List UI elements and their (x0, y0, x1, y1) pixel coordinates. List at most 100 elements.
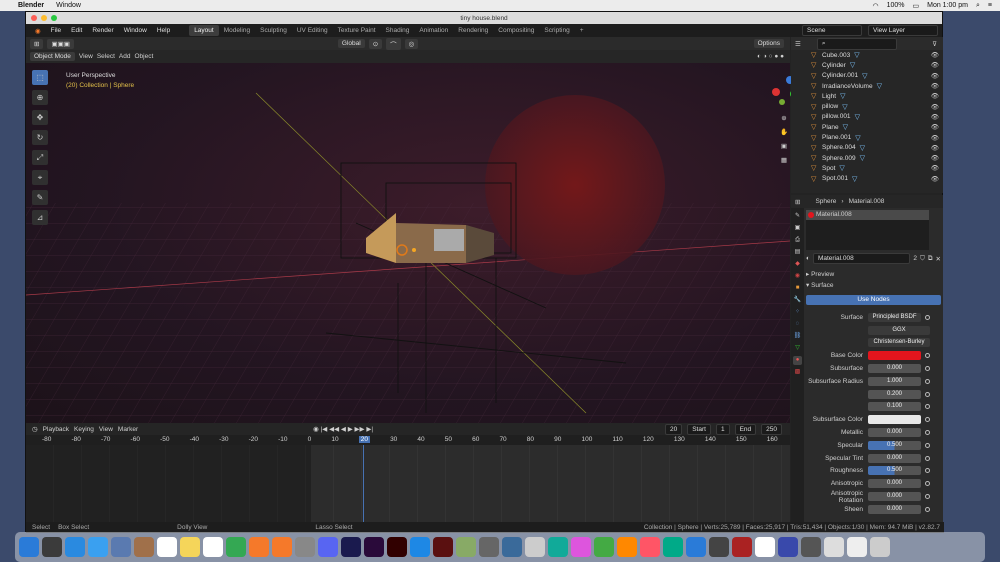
visibility-eye-icon[interactable]: 👁 (931, 154, 939, 162)
material-tab-icon[interactable]: ● (793, 356, 802, 365)
view-layer-tab-icon[interactable]: ▤ (793, 248, 802, 257)
input-value-field[interactable]: 1.000 (868, 376, 921, 386)
dock-app-icon[interactable] (295, 537, 315, 557)
blender-logo-icon[interactable]: ◉ (30, 27, 46, 35)
view-menu[interactable]: View (79, 53, 93, 60)
socket-icon[interactable] (925, 442, 930, 448)
outliner-item[interactable]: ▽ Spot ▽ 👁 (791, 163, 943, 173)
input-value-field[interactable] (868, 351, 921, 361)
grid-view-icon[interactable]: ▦ (781, 156, 787, 164)
render-tab-icon[interactable]: ▣ (793, 224, 802, 233)
outliner-item[interactable]: ▽ Plane ▽ 👁 (791, 122, 943, 132)
outliner-item[interactable]: ▽ Sphere.009 ▽ 👁 (791, 153, 943, 163)
scene-tab-icon[interactable]: ◆ (793, 260, 802, 269)
tab-sculpting[interactable]: Sculpting (255, 25, 292, 36)
dock-app-icon[interactable] (272, 537, 292, 557)
add-workspace-icon[interactable]: + (575, 25, 589, 36)
tab-compositing[interactable]: Compositing (493, 25, 539, 36)
tab-shading[interactable]: Shading (381, 25, 415, 36)
dock-app-icon[interactable] (502, 537, 522, 557)
material-slot-item[interactable]: Material.008 (806, 210, 929, 220)
dock-app-icon[interactable] (663, 537, 683, 557)
socket-icon[interactable] (925, 417, 930, 423)
pivot-icon[interactable]: ⊙ (368, 38, 383, 49)
socket-icon[interactable] (925, 481, 930, 487)
surface-shader-dropdown[interactable]: Principled BSDF (868, 312, 921, 322)
rotate-icon[interactable]: ↻ (32, 130, 48, 145)
socket-icon[interactable] (925, 353, 930, 359)
tool-tab-icon[interactable]: ✎ (793, 212, 802, 221)
input-value-field[interactable]: 0.000 (868, 492, 921, 502)
select-box-icon[interactable]: ⬚ (32, 70, 48, 85)
app-menu[interactable]: Blender (18, 2, 44, 9)
battery-icon[interactable]: ▭ (913, 2, 920, 10)
dock-app-icon[interactable] (778, 537, 798, 557)
input-value-field[interactable]: 0.200 (868, 389, 921, 399)
search-icon[interactable]: ⌕ (976, 2, 980, 10)
dock-app-icon[interactable] (226, 537, 246, 557)
outliner-search-input[interactable]: ⌕ (816, 37, 897, 50)
dock-app-icon[interactable] (571, 537, 591, 557)
outliner-item[interactable]: ▽ Spot.001 ▽ 👁 (791, 174, 943, 184)
constraints-tab-icon[interactable]: ⛓ (793, 332, 802, 341)
dock-app-icon[interactable] (19, 537, 39, 557)
dock-app-icon[interactable] (65, 537, 85, 557)
menu-window[interactable]: Window (119, 27, 152, 34)
zoom-button[interactable] (51, 15, 57, 21)
scene-selector[interactable]: Scene (802, 25, 862, 36)
cursor-icon[interactable]: ⊕ (32, 90, 48, 105)
camera-icon[interactable]: ▣ (781, 142, 787, 150)
select-mode-icon[interactable]: ▣▣▣ (47, 38, 74, 49)
dock-app-icon[interactable] (364, 537, 384, 557)
visibility-eye-icon[interactable]: 👁 (931, 51, 939, 59)
annotate-icon[interactable]: ✎ (32, 190, 48, 205)
dock-app-icon[interactable] (341, 537, 361, 557)
socket-icon[interactable] (925, 468, 930, 474)
dock-app-icon[interactable] (111, 537, 131, 557)
duplicate-icon[interactable]: ⧉ (928, 255, 933, 263)
object-mode-dropdown[interactable]: Object Mode (30, 52, 75, 61)
outliner-item[interactable]: ▽ Cylinder ▽ 👁 (791, 60, 943, 70)
view-layer-selector[interactable]: View Layer (868, 25, 938, 36)
dock-app-icon[interactable] (134, 537, 154, 557)
dock-app-icon[interactable] (42, 537, 62, 557)
visibility-eye-icon[interactable]: 👁 (931, 175, 939, 183)
orientation-dropdown[interactable]: Global (337, 39, 365, 48)
outliner-item[interactable]: ▽ IrradianceVolume ▽ 👁 (791, 81, 943, 91)
dock-app-icon[interactable] (548, 537, 568, 557)
input-value-field[interactable]: 0.000 (868, 504, 921, 514)
outliner-item[interactable]: ▽ Plane.001 ▽ 👁 (791, 132, 943, 142)
socket-icon[interactable] (925, 378, 930, 384)
input-value-field[interactable]: 0.000 (868, 479, 921, 489)
socket-icon[interactable] (925, 506, 930, 512)
outliner-item[interactable]: ▽ pillow ▽ 👁 (791, 101, 943, 111)
dock-app-icon[interactable] (479, 537, 499, 557)
current-frame-field[interactable]: 20 (664, 423, 683, 435)
proportional-icon[interactable]: ◎ (404, 38, 419, 49)
input-value-field[interactable]: 0.000 (868, 453, 921, 463)
zoom-icon[interactable]: ⊕ (781, 114, 786, 122)
surface-panel[interactable]: ▾ Surface (806, 281, 941, 292)
dock-app-icon[interactable] (525, 537, 545, 557)
move-icon[interactable]: ✥ (32, 110, 48, 125)
playback-controls[interactable]: ◉ |◀ ◀◀ ◀ ▶ ▶▶ ▶| (313, 425, 373, 433)
visibility-eye-icon[interactable]: 👁 (931, 113, 939, 121)
select-menu[interactable]: Select (97, 53, 115, 60)
object-tab-icon[interactable]: ■ (793, 284, 802, 293)
dock-app-icon[interactable] (203, 537, 223, 557)
visibility-eye-icon[interactable]: 👁 (931, 72, 939, 80)
close-button[interactable] (31, 15, 37, 21)
playhead-line[interactable] (363, 445, 364, 522)
object-menu[interactable]: Object (135, 53, 154, 60)
start-frame-field[interactable]: 1 (715, 423, 730, 435)
keying-menu[interactable]: Keying (74, 426, 94, 433)
dock-app-icon[interactable] (617, 537, 637, 557)
material-users-count[interactable]: 2 (913, 255, 917, 262)
world-tab-icon[interactable]: ◉ (793, 272, 802, 281)
measure-icon[interactable]: ⊿ (32, 210, 48, 225)
marker-menu[interactable]: Marker (118, 426, 138, 433)
particles-tab-icon[interactable]: ⁘ (793, 308, 802, 317)
playback-menu[interactable]: Playback (43, 426, 69, 433)
dock-app-icon[interactable] (801, 537, 821, 557)
tab-texture-paint[interactable]: Texture Paint (333, 25, 381, 36)
